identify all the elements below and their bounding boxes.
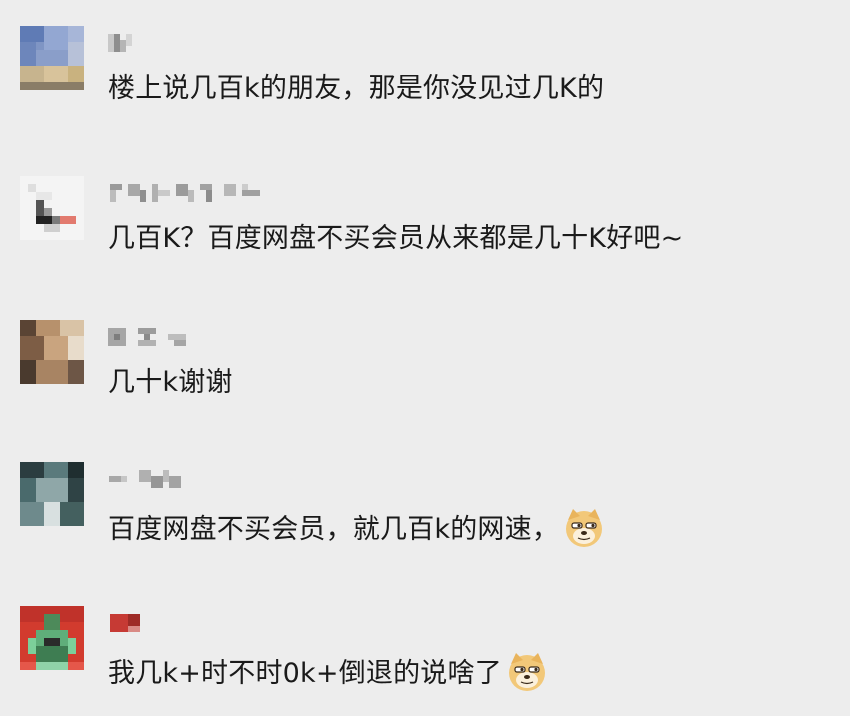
comment-text: 几百K？百度网盘不买会员从来都是几十K好吧~ [108, 223, 684, 254]
avatar[interactable] [20, 176, 84, 240]
comment-text: 百度网盘不买会员，就几百k的网速， [108, 506, 605, 549]
avatar[interactable] [20, 606, 84, 670]
username-blurred[interactable] [108, 34, 138, 52]
comment-text-content: 我几k+时不时0k+倒退的说啥了 [108, 658, 502, 689]
comment-text: 楼上说几百k的朋友，那是你没见过几K的 [108, 73, 605, 104]
comment-text-content: 百度网盘不买会员，就几百k的网速， [108, 514, 560, 545]
doge-icon [566, 509, 603, 547]
avatar[interactable] [20, 462, 84, 526]
avatar[interactable] [20, 26, 84, 90]
comment-text: 几十k谢谢 [108, 367, 233, 398]
avatar[interactable] [20, 320, 84, 384]
username-blurred[interactable] [108, 614, 142, 632]
username-blurred[interactable] [108, 470, 188, 488]
username-blurred[interactable] [108, 184, 268, 202]
comment-text: 我几k+时不时0k+倒退的说啥了 [108, 650, 548, 693]
username-blurred[interactable] [108, 328, 192, 346]
doge-icon [508, 653, 545, 691]
